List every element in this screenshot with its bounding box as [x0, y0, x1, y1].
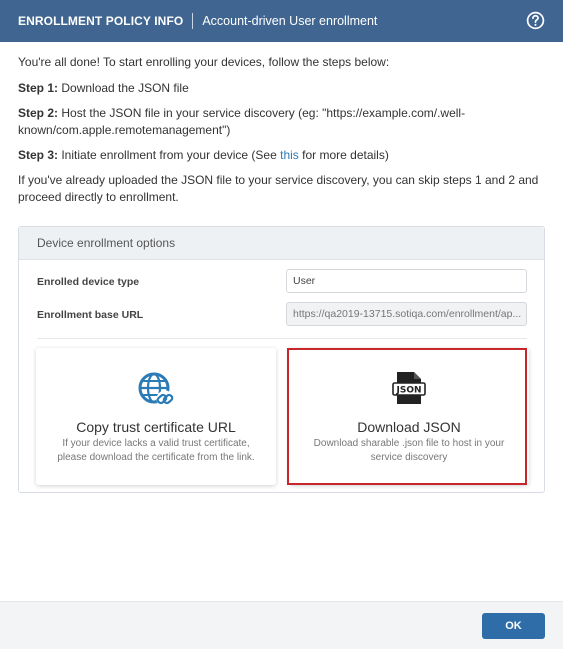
step-2: Step 2: Host the JSON file in your servi…: [18, 105, 548, 139]
download-card-title: Download JSON: [357, 419, 461, 435]
step-2-text: Host the JSON file in your service disco…: [18, 106, 466, 137]
copy-card-description: If your device lacks a valid trust certi…: [57, 438, 255, 463]
step-3-label: Step 3:: [18, 148, 59, 162]
step-1: Step 1: Download the JSON file: [18, 80, 548, 97]
details-link[interactable]: this: [280, 148, 299, 162]
dialog-subtitle: Account-driven User enrollment: [202, 14, 378, 28]
question-circle-icon[interactable]: [526, 11, 545, 30]
download-json-card[interactable]: JSON Download JSON Download sharable .js…: [289, 348, 529, 485]
json-file-icon: JSON: [392, 372, 426, 404]
copy-card-title: Copy trust certificate URL: [76, 419, 236, 435]
step-1-label: Step 1:: [18, 81, 59, 95]
skip-note: If you've already uploaded the JSON file…: [18, 173, 539, 204]
dialog-title: ENROLLMENT POLICY INFO: [18, 14, 184, 28]
step-2-label: Step 2:: [18, 106, 59, 120]
step-3: Step 3: Initiate enrollment from your de…: [18, 147, 548, 164]
dialog-header: ENROLLMENT POLICY INFO Account-driven Us…: [0, 0, 563, 42]
device-type-field[interactable]: User: [286, 269, 527, 293]
step-3-text-before: Initiate enrollment from your device (Se…: [58, 148, 281, 162]
panel-title: Device enrollment options: [19, 227, 544, 260]
step-1-text: Download the JSON file: [58, 81, 189, 95]
dialog-footer: [0, 601, 563, 649]
device-type-label: Enrolled device type: [37, 276, 140, 288]
title-separator: [192, 13, 194, 29]
step-3-text-after: for more details): [298, 148, 389, 162]
svg-text:JSON: JSON: [395, 386, 421, 396]
enrollment-options-panel: Device enrollment options Enrolled devic…: [18, 226, 545, 493]
ok-button[interactable]: OK: [482, 613, 545, 639]
panel-divider: [37, 338, 527, 339]
download-card-description: Download sharable .json file to host in …: [313, 438, 505, 463]
copy-trust-certificate-card[interactable]: Copy trust certificate URL If your devic…: [36, 348, 276, 485]
globe-link-icon: [138, 372, 174, 408]
base-url-field[interactable]: https://qa2019-13715.sotiqa.com/enrollme…: [286, 302, 527, 326]
intro-text: You're all done! To start enrolling your…: [18, 55, 390, 69]
base-url-label: Enrollment base URL: [37, 309, 144, 321]
instructions: You're all done! To start enrolling your…: [18, 54, 548, 214]
